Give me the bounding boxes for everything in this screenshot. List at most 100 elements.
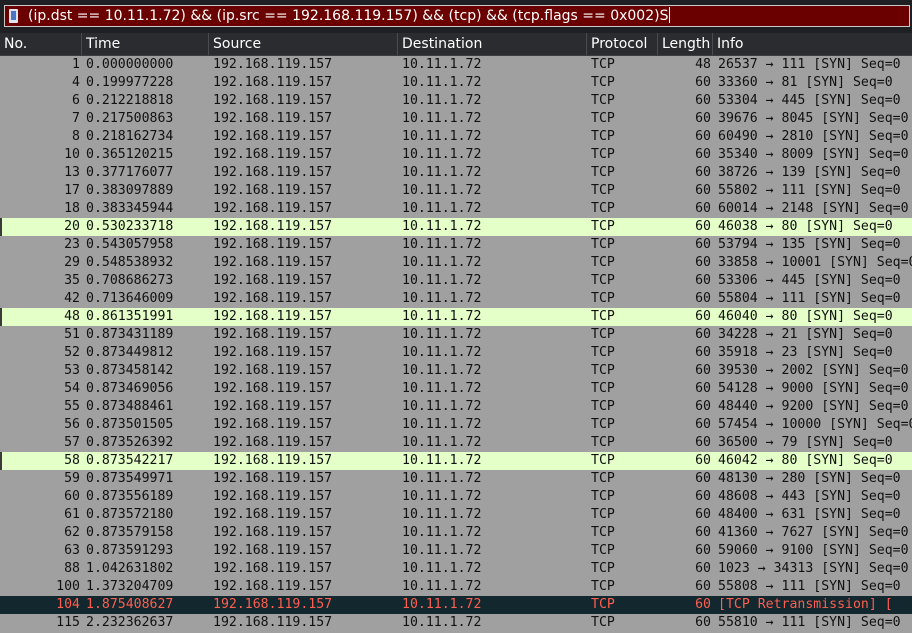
packet-source: 192.168.119.157 <box>213 147 333 162</box>
packet-row[interactable]: 115 2.232362637 192.168.119.157 10.11.1.72 T… <box>0 614 912 632</box>
packet-info: 53306 → 445 [SYN] Seq=0 <box>718 273 901 288</box>
packet-number: 56 <box>64 417 80 432</box>
packet-protocol: TCP <box>591 435 615 450</box>
packet-number: 115 <box>56 615 80 630</box>
packet-protocol: TCP <box>591 165 615 180</box>
packet-row[interactable]: 42 0.713646009 192.168.119.157 10.11.1.72 TC… <box>0 290 912 308</box>
packet-row[interactable]: 4 0.199977228 192.168.119.157 10.11.1.72 TCP… <box>0 74 912 92</box>
packet-time: 0.873591293 <box>86 543 174 558</box>
packet-row[interactable]: 20 0.530233718 192.168.119.157 10.11.1.72 TC… <box>0 218 912 236</box>
packet-length: 60 <box>695 597 711 612</box>
packet-length: 60 <box>695 417 711 432</box>
packet-number: 54 <box>64 381 80 396</box>
column-header-destination[interactable]: Destination <box>398 33 587 55</box>
packet-info: 41360 → 7627 [SYN] Seq=0 <box>718 525 909 540</box>
packet-time: 0.708686273 <box>86 273 174 288</box>
packet-destination: 10.11.1.72 <box>402 75 482 90</box>
text-cursor <box>669 7 671 23</box>
packet-row[interactable]: 59 0.873549971 192.168.119.157 10.11.1.72 TC… <box>0 470 912 488</box>
packet-time: 0.713646009 <box>86 291 174 306</box>
packet-source: 192.168.119.157 <box>213 273 333 288</box>
packet-source: 192.168.119.157 <box>213 309 333 324</box>
packet-row[interactable]: 29 0.548538932 192.168.119.157 10.11.1.72 TC… <box>0 254 912 272</box>
packet-destination: 10.11.1.72 <box>402 111 482 126</box>
packet-source: 192.168.119.157 <box>213 507 333 522</box>
packet-source: 192.168.119.157 <box>213 417 333 432</box>
packet-row[interactable]: 1 0.000000000 192.168.119.157 10.11.1.72 TCP… <box>0 56 912 74</box>
packet-length: 60 <box>695 201 711 216</box>
packet-length: 60 <box>695 183 711 198</box>
packet-info: 55808 → 111 [SYN] Seq=0 <box>718 579 901 594</box>
packet-destination: 10.11.1.72 <box>402 471 482 486</box>
column-header-source[interactable]: Source <box>209 33 398 55</box>
packet-row[interactable]: 6 0.212218818 192.168.119.157 10.11.1.72 TCP… <box>0 92 912 110</box>
packet-row[interactable]: 54 0.873469056 192.168.119.157 10.11.1.72 TC… <box>0 380 912 398</box>
packet-row[interactable]: 61 0.873572180 192.168.119.157 10.11.1.72 TC… <box>0 506 912 524</box>
column-header-protocol[interactable]: Protocol <box>587 33 658 55</box>
packet-time: 0.873488461 <box>86 399 174 414</box>
packet-row[interactable]: 10 0.365120215 192.168.119.157 10.11.1.72 TC… <box>0 146 912 164</box>
packet-row[interactable]: 13 0.377176077 192.168.119.157 10.11.1.72 TC… <box>0 164 912 182</box>
packet-length: 60 <box>695 615 711 630</box>
packet-info: 57454 → 10000 [SYN] Seq=0 <box>718 417 912 432</box>
packet-length: 60 <box>695 291 711 306</box>
packet-length: 60 <box>695 345 711 360</box>
packet-number: 58 <box>64 453 80 468</box>
packet-row[interactable]: 60 0.873556189 192.168.119.157 10.11.1.72 TC… <box>0 488 912 506</box>
column-header-info[interactable]: Info <box>713 33 912 55</box>
packet-row[interactable]: 55 0.873488461 192.168.119.157 10.11.1.72 TC… <box>0 398 912 416</box>
packet-length: 60 <box>695 525 711 540</box>
packet-row-selected[interactable]: 104 1.875408627 192.168.119.157 10.11.1.72 T… <box>0 596 912 614</box>
packet-list[interactable]: 1 0.000000000 192.168.119.157 10.11.1.72 TCP… <box>0 56 912 633</box>
packet-row[interactable]: 17 0.383097889 192.168.119.157 10.11.1.72 TC… <box>0 182 912 200</box>
packet-row[interactable]: 63 0.873591293 192.168.119.157 10.11.1.72 TC… <box>0 542 912 560</box>
packet-row[interactable]: 48 0.861351991 192.168.119.157 10.11.1.72 TC… <box>0 308 912 326</box>
packet-row[interactable]: 58 0.873542217 192.168.119.157 10.11.1.72 TC… <box>0 452 912 470</box>
packet-row[interactable]: 56 0.873501505 192.168.119.157 10.11.1.72 TC… <box>0 416 912 434</box>
packet-info: 35918 → 23 [SYN] Seq=0 <box>718 345 893 360</box>
packet-row[interactable]: 7 0.217500863 192.168.119.157 10.11.1.72 TCP… <box>0 110 912 128</box>
packet-protocol: TCP <box>591 561 615 576</box>
packet-row[interactable]: 51 0.873431189 192.168.119.157 10.11.1.72 TC… <box>0 326 912 344</box>
packet-number: 48 <box>64 309 80 324</box>
packet-row[interactable]: 23 0.543057958 192.168.119.157 10.11.1.72 TC… <box>0 236 912 254</box>
packet-row[interactable]: 52 0.873449812 192.168.119.157 10.11.1.72 TC… <box>0 344 912 362</box>
packet-row[interactable]: 8 0.218162734 192.168.119.157 10.11.1.72 TCP… <box>0 128 912 146</box>
packet-protocol: TCP <box>591 237 615 252</box>
display-filter-bar: (ip.dst == 10.11.1.72) && (ip.src == 192… <box>0 0 912 33</box>
packet-info: 34228 → 21 [SYN] Seq=0 <box>718 327 893 342</box>
packet-row[interactable]: 100 1.373204709 192.168.119.157 10.11.1.72 T… <box>0 578 912 596</box>
packet-row[interactable]: 53 0.873458142 192.168.119.157 10.11.1.72 TC… <box>0 362 912 380</box>
display-filter-input[interactable]: (ip.dst == 10.11.1.72) && (ip.src == 192… <box>4 5 910 27</box>
bookmark-icon[interactable] <box>9 9 18 23</box>
packet-source: 192.168.119.157 <box>213 543 333 558</box>
packet-protocol: TCP <box>591 291 615 306</box>
packet-list-header: No. Time Source Destination Protocol Len… <box>0 33 912 56</box>
packet-time: 0.873579158 <box>86 525 174 540</box>
packet-destination: 10.11.1.72 <box>402 309 482 324</box>
column-header-time[interactable]: Time <box>82 33 209 55</box>
packet-row[interactable]: 88 1.042631802 192.168.119.157 10.11.1.72 TC… <box>0 560 912 578</box>
packet-destination: 10.11.1.72 <box>402 597 482 612</box>
packet-protocol: TCP <box>591 489 615 504</box>
packet-info: 48440 → 9200 [SYN] Seq=0 <box>718 399 909 414</box>
packet-time: 0.873501505 <box>86 417 174 432</box>
packet-protocol: TCP <box>591 183 615 198</box>
packet-time: 0.218162734 <box>86 129 174 144</box>
packet-source: 192.168.119.157 <box>213 93 333 108</box>
packet-time: 0.199977228 <box>86 75 174 90</box>
packet-destination: 10.11.1.72 <box>402 147 482 162</box>
column-header-length[interactable]: Length <box>658 33 713 55</box>
packet-length: 60 <box>695 507 711 522</box>
packet-row[interactable]: 62 0.873579158 192.168.119.157 10.11.1.72 TC… <box>0 524 912 542</box>
packet-length: 60 <box>695 129 711 144</box>
column-header-no[interactable]: No. <box>0 33 82 55</box>
packet-row[interactable]: 57 0.873526392 192.168.119.157 10.11.1.72 TC… <box>0 434 912 452</box>
packet-info: 33360 → 81 [SYN] Seq=0 <box>718 75 893 90</box>
packet-row[interactable]: 35 0.708686273 192.168.119.157 10.11.1.72 TC… <box>0 272 912 290</box>
packet-info: 48130 → 280 [SYN] Seq=0 <box>718 471 901 486</box>
packet-source: 192.168.119.157 <box>213 111 333 126</box>
packet-source: 192.168.119.157 <box>213 381 333 396</box>
packet-row[interactable]: 18 0.383345944 192.168.119.157 10.11.1.72 TC… <box>0 200 912 218</box>
packet-time: 0.873449812 <box>86 345 174 360</box>
